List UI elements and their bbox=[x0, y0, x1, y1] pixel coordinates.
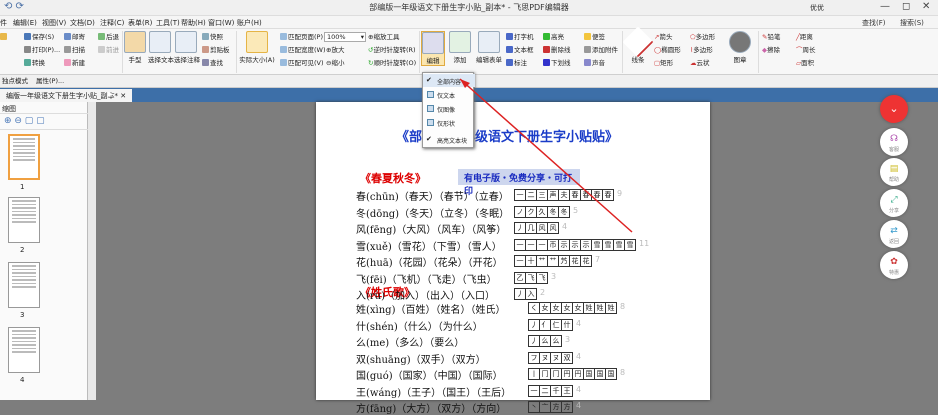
offer-button[interactable]: ✿ 特惠 bbox=[880, 251, 908, 279]
collapse-button[interactable]: ⌄ bbox=[880, 95, 908, 123]
convert-icon: ⇄ bbox=[890, 226, 898, 236]
chevron-down-icon: ⌄ bbox=[889, 102, 899, 115]
stroke-cell: 方 bbox=[561, 401, 573, 413]
stroke-count: 4 bbox=[576, 401, 582, 410]
gift-icon: ✿ bbox=[890, 257, 898, 267]
help-button[interactable]: ▤ 帮助 bbox=[880, 158, 908, 186]
share-icon: ⤢ bbox=[890, 195, 898, 205]
help-icon: ▤ bbox=[889, 164, 899, 174]
arrow-line bbox=[459, 78, 633, 233]
headset-icon: ☊ bbox=[890, 134, 898, 144]
word-row-text: 方(fāng)（大方）（双方）（方向） bbox=[356, 404, 507, 415]
convert-fab-button[interactable]: ⇄ 返回 bbox=[880, 220, 908, 248]
share-button[interactable]: ⤢ 分享 bbox=[880, 189, 908, 217]
annotation-arrow bbox=[459, 78, 633, 233]
stroke-grid: 丶亠方方 bbox=[528, 401, 573, 413]
customer-service-button[interactable]: ☊ 客服 bbox=[880, 128, 908, 156]
